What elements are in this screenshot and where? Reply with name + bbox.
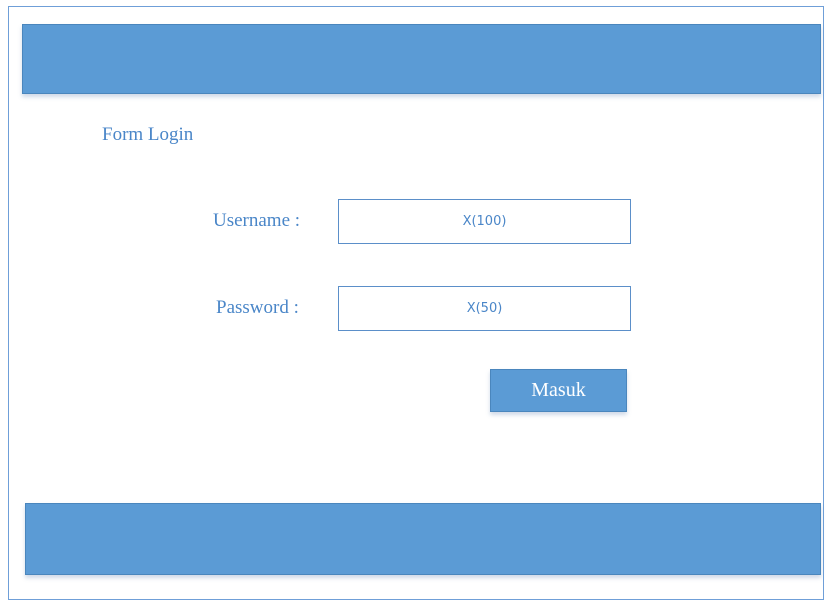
footer-bar	[25, 503, 821, 575]
masuk-button-label: Masuk	[531, 379, 586, 401]
username-input[interactable]: X(100)	[338, 199, 631, 244]
header-bar	[22, 24, 821, 94]
form-title: Form Login	[102, 124, 194, 145]
password-input[interactable]: X(50)	[338, 286, 631, 331]
masuk-button[interactable]: Masuk	[490, 369, 627, 412]
username-input-value: X(100)	[462, 214, 507, 229]
password-label: Password :	[216, 297, 299, 318]
password-input-value: X(50)	[466, 301, 503, 316]
username-label: Username :	[213, 210, 301, 231]
